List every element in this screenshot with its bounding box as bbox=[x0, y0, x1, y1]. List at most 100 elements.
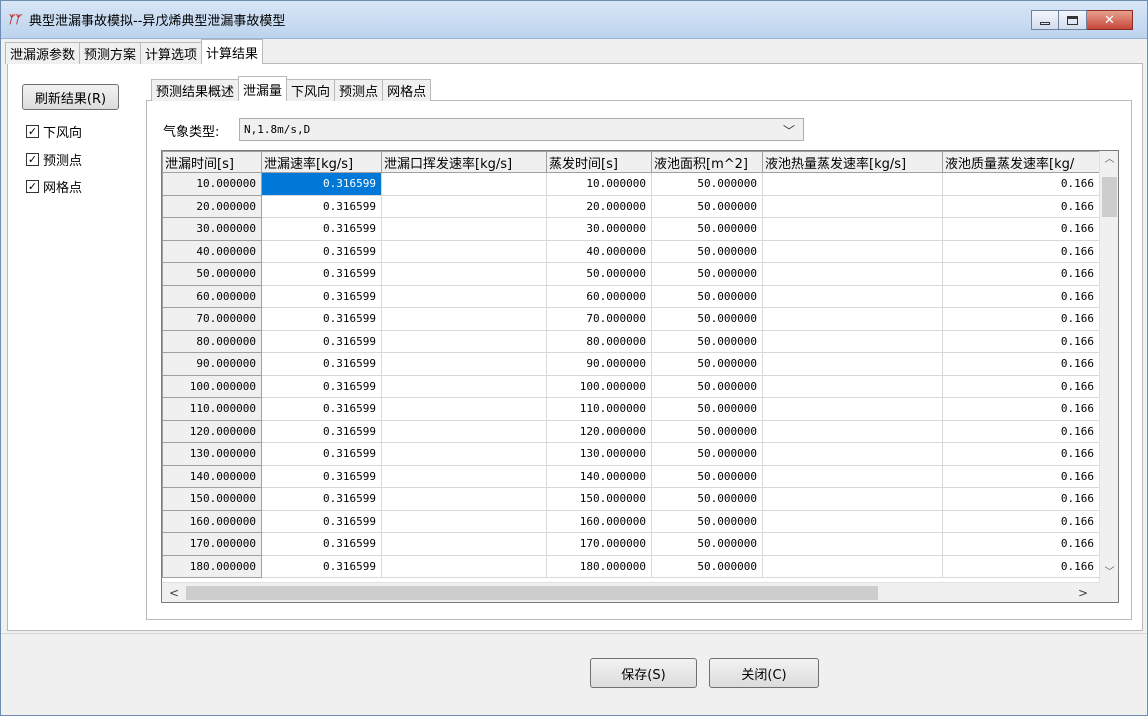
table-cell[interactable]: 0.316599 bbox=[261, 352, 382, 376]
table-cell[interactable]: 50.000000 bbox=[651, 172, 763, 196]
row-header-cell[interactable]: 170.000000 bbox=[162, 532, 262, 556]
table-cell[interactable]: 140.000000 bbox=[546, 464, 652, 488]
scroll-right-icon[interactable]: > bbox=[1073, 583, 1093, 603]
tab-calc-options[interactable]: 计算选项 bbox=[140, 42, 203, 64]
table-cell[interactable]: 50.000000 bbox=[651, 374, 763, 398]
table-cell[interactable] bbox=[381, 307, 547, 331]
table-cell[interactable]: 0.166 bbox=[942, 554, 1100, 578]
table-cell[interactable]: 50.000000 bbox=[651, 239, 763, 263]
table-cell[interactable]: 180.000000 bbox=[546, 554, 652, 578]
table-cell[interactable]: 0.166 bbox=[942, 194, 1100, 218]
row-header-cell[interactable]: 70.000000 bbox=[162, 307, 262, 331]
tab-calc-results[interactable]: 计算结果 bbox=[201, 39, 264, 64]
table-cell[interactable] bbox=[762, 532, 943, 556]
table-cell[interactable]: 50.000000 bbox=[651, 307, 763, 331]
column-header[interactable]: 液池质量蒸发速率[kg/ bbox=[942, 151, 1100, 173]
table-row[interactable]: 70.000000 0.316599 70.000000 50.000000 0.166 bbox=[162, 307, 1100, 331]
refresh-results-button[interactable]: 刷新结果(R) bbox=[22, 84, 119, 110]
table-cell[interactable]: 0.316599 bbox=[261, 239, 382, 263]
table-cell[interactable] bbox=[381, 487, 547, 511]
tab-leak-amount[interactable]: 泄漏量 bbox=[238, 76, 288, 101]
table-cell[interactable] bbox=[381, 509, 547, 533]
table-row[interactable]: 170.000000 0.316599 170.000000 50.000000 0.1… bbox=[162, 532, 1100, 556]
row-header-cell[interactable]: 80.000000 bbox=[162, 329, 262, 353]
vertical-scroll-thumb[interactable] bbox=[1102, 177, 1117, 217]
table-cell[interactable]: 0.166 bbox=[942, 509, 1100, 533]
table-cell[interactable]: 0.316599 bbox=[261, 532, 382, 556]
table-row[interactable]: 120.000000 0.316599 120.000000 50.000000 0.1… bbox=[162, 419, 1100, 443]
table-row[interactable]: 180.000000 0.316599 180.000000 50.000000 0.1… bbox=[162, 554, 1100, 578]
table-cell[interactable]: 0.166 bbox=[942, 487, 1100, 511]
row-header-cell[interactable]: 90.000000 bbox=[162, 352, 262, 376]
table-row[interactable]: 90.000000 0.316599 90.000000 50.000000 0.166 bbox=[162, 352, 1100, 376]
table-cell[interactable]: 50.000000 bbox=[651, 284, 763, 308]
table-cell[interactable]: 120.000000 bbox=[546, 419, 652, 443]
tab-downwind[interactable]: 下风向 bbox=[286, 79, 336, 101]
table-cell[interactable] bbox=[381, 419, 547, 443]
table-cell[interactable] bbox=[762, 239, 943, 263]
table-cell[interactable]: 0.316599 bbox=[261, 554, 382, 578]
table-cell[interactable] bbox=[381, 194, 547, 218]
scroll-up-icon[interactable]: ︿ bbox=[1100, 151, 1119, 169]
table-cell[interactable]: 0.166 bbox=[942, 352, 1100, 376]
table-cell[interactable] bbox=[381, 262, 547, 286]
table-cell[interactable] bbox=[381, 374, 547, 398]
table-cell[interactable] bbox=[762, 554, 943, 578]
table-cell[interactable]: 0.166 bbox=[942, 284, 1100, 308]
table-cell[interactable] bbox=[381, 532, 547, 556]
save-button[interactable]: 保存(S) bbox=[590, 658, 697, 688]
table-cell[interactable]: 0.166 bbox=[942, 262, 1100, 286]
table-cell[interactable]: 50.000000 bbox=[651, 217, 763, 241]
table-row[interactable]: 60.000000 0.316599 60.000000 50.000000 0.166 bbox=[162, 284, 1100, 308]
table-cell[interactable] bbox=[381, 329, 547, 353]
table-cell[interactable]: 50.000000 bbox=[546, 262, 652, 286]
vertical-scrollbar[interactable]: ︿ ﹀ bbox=[1099, 151, 1118, 582]
table-cell[interactable]: 0.166 bbox=[942, 329, 1100, 353]
table-cell[interactable]: 0.166 bbox=[942, 239, 1100, 263]
leak-results-grid[interactable]: 泄漏时间[s] 泄漏速率[kg/s] 泄漏口挥发速率[kg/s] 蒸发时间[s] 液池面… bbox=[161, 150, 1119, 603]
table-cell[interactable] bbox=[762, 217, 943, 241]
table-cell[interactable] bbox=[762, 397, 943, 421]
table-cell[interactable]: 0.316599 bbox=[261, 487, 382, 511]
table-cell[interactable]: 0.316599 bbox=[261, 442, 382, 466]
row-header-cell[interactable]: 160.000000 bbox=[162, 509, 262, 533]
table-cell[interactable] bbox=[762, 194, 943, 218]
table-cell[interactable]: 0.316599 bbox=[261, 509, 382, 533]
horizontal-scroll-thumb[interactable] bbox=[186, 586, 878, 600]
tab-prediction-points[interactable]: 预测点 bbox=[334, 79, 384, 101]
table-row[interactable]: 30.000000 0.316599 30.000000 50.000000 0.166 bbox=[162, 217, 1100, 241]
row-header-cell[interactable]: 60.000000 bbox=[162, 284, 262, 308]
column-header[interactable]: 蒸发时间[s] bbox=[546, 151, 652, 173]
table-cell[interactable]: 100.000000 bbox=[546, 374, 652, 398]
table-row[interactable]: 100.000000 0.316599 100.000000 50.000000 0.1… bbox=[162, 374, 1100, 398]
table-row[interactable]: 110.000000 0.316599 110.000000 50.000000 0.1… bbox=[162, 397, 1100, 421]
column-header[interactable]: 泄漏口挥发速率[kg/s] bbox=[381, 151, 547, 173]
row-header-cell[interactable]: 40.000000 bbox=[162, 239, 262, 263]
table-cell[interactable]: 10.000000 bbox=[546, 172, 652, 196]
table-row[interactable]: 130.000000 0.316599 130.000000 50.000000 0.1… bbox=[162, 442, 1100, 466]
table-cell[interactable]: 0.316599 bbox=[261, 397, 382, 421]
table-cell[interactable] bbox=[381, 352, 547, 376]
table-cell[interactable] bbox=[762, 419, 943, 443]
table-cell[interactable]: 80.000000 bbox=[546, 329, 652, 353]
table-cell[interactable]: 20.000000 bbox=[546, 194, 652, 218]
table-cell[interactable] bbox=[762, 509, 943, 533]
table-cell[interactable]: 50.000000 bbox=[651, 329, 763, 353]
table-row[interactable]: 10.000000 0.316599 10.000000 50.000000 0.166 bbox=[162, 172, 1100, 196]
table-cell[interactable]: 160.000000 bbox=[546, 509, 652, 533]
table-cell[interactable]: 60.000000 bbox=[546, 284, 652, 308]
table-cell[interactable] bbox=[381, 172, 547, 196]
table-cell[interactable]: 50.000000 bbox=[651, 262, 763, 286]
scroll-left-icon[interactable]: < bbox=[164, 583, 184, 603]
column-header[interactable]: 泄漏时间[s] bbox=[162, 151, 262, 173]
table-cell[interactable] bbox=[381, 554, 547, 578]
table-cell[interactable]: 170.000000 bbox=[546, 532, 652, 556]
tab-grid-points[interactable]: 网格点 bbox=[382, 79, 432, 101]
table-row[interactable]: 50.000000 0.316599 50.000000 50.000000 0.166 bbox=[162, 262, 1100, 286]
table-cell[interactable]: 0.316599 bbox=[261, 307, 382, 331]
column-header[interactable]: 泄漏速率[kg/s] bbox=[261, 151, 382, 173]
table-cell[interactable]: 0.316599 bbox=[261, 419, 382, 443]
table-cell[interactable]: 50.000000 bbox=[651, 419, 763, 443]
table-cell[interactable]: 0.166 bbox=[942, 374, 1100, 398]
horizontal-scrollbar[interactable]: < > bbox=[162, 582, 1099, 602]
